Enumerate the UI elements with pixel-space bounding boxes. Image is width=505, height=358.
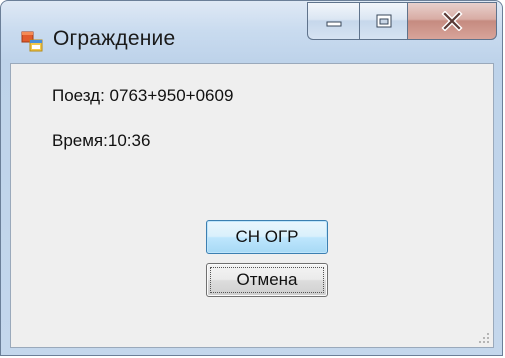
minimize-button[interactable]: [307, 2, 359, 40]
minimize-icon: [326, 21, 341, 27]
maximize-button[interactable]: [359, 2, 407, 40]
window-title: Ограждение: [53, 27, 176, 50]
dialog-window: Ограждение Поезд: 0763+950+0609 Время:10…: [0, 0, 503, 356]
cancel-button[interactable]: Отмена: [206, 263, 328, 297]
caption-buttons: [307, 2, 497, 40]
windows-form-icon[interactable]: [21, 31, 43, 53]
close-icon: [441, 11, 463, 31]
cancel-button-label: Отмена: [236, 270, 298, 289]
sn-ogr-button[interactable]: СН ОГР: [206, 220, 328, 254]
resize-grip-icon[interactable]: [478, 332, 490, 344]
title-bar[interactable]: Ограждение: [1, 1, 502, 63]
train-label: Поезд: 0763+950+0609: [52, 86, 234, 105]
sn-ogr-button-label: СН ОГР: [235, 227, 299, 246]
maximize-icon: [376, 14, 391, 28]
close-button[interactable]: [407, 2, 497, 40]
time-label: Время:10:36: [52, 131, 151, 150]
dialog-content: Поезд: 0763+950+0609 Время:10:36 СН ОГР …: [10, 63, 494, 348]
